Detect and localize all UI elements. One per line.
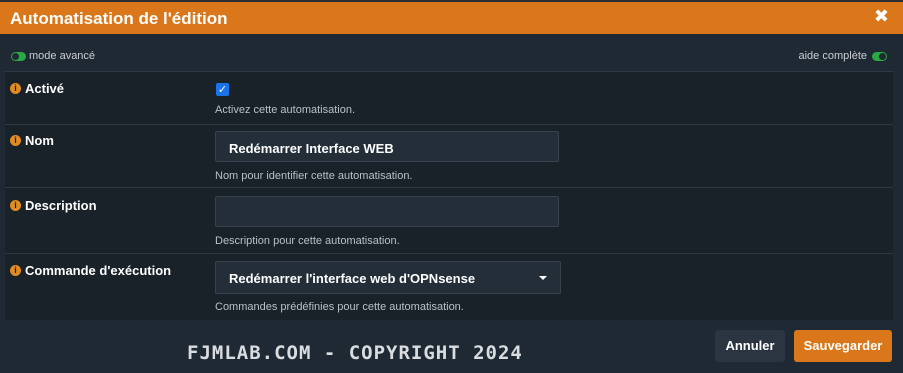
full-help-label: aide complète (798, 50, 868, 62)
name-input[interactable]: Redémarrer Interface WEB (215, 131, 559, 162)
edit-automation-dialog: Automatisation de l'édition ✖ mode avanc… (0, 2, 903, 373)
form-row-name: i Nom Redémarrer Interface WEB Nom pour … (5, 124, 893, 188)
command-selected-value: Redémarrer l'interface web d'OPNsense (229, 271, 476, 286)
mode-bar: mode avancé aide complète (5, 45, 893, 69)
full-help-toggle[interactable] (872, 52, 887, 61)
name-help-text: Nom pour identifier cette automatisation… (215, 170, 413, 182)
form-row-enabled: i Activé ✓ Activez cette automatisation. (5, 71, 893, 125)
info-icon[interactable]: i (10, 265, 21, 276)
dialog-title-bar: Automatisation de l'édition ✖ (0, 2, 903, 34)
form-row-command: i Commande d'exécution Redémarrer l'inte… (5, 253, 893, 321)
description-input[interactable] (215, 196, 559, 227)
cancel-button[interactable]: Annuler (715, 330, 785, 362)
info-icon[interactable]: i (10, 83, 21, 94)
enabled-label: Activé (25, 81, 65, 96)
copyright-watermark: FJMLAB.COM - COPYRIGHT 2024 (187, 342, 523, 364)
command-select[interactable]: Redémarrer l'interface web d'OPNsense (215, 261, 561, 294)
advanced-mode-toggle[interactable] (11, 52, 26, 61)
enabled-help-text: Activez cette automatisation. (215, 104, 356, 116)
name-label: Nom (25, 133, 54, 148)
description-label: Description (25, 198, 97, 213)
dialog-title: Automatisation de l'édition (10, 9, 228, 28)
caret-down-icon (539, 276, 547, 280)
command-help-text: Commandes prédéfinies pour cette automat… (215, 301, 464, 313)
close-icon[interactable]: ✖ (874, 6, 889, 27)
info-icon[interactable]: i (10, 200, 21, 211)
save-button[interactable]: Sauvegarder (794, 330, 892, 362)
advanced-mode-label: mode avancé (29, 50, 96, 62)
description-help-text: Description pour cette automatisation. (215, 235, 400, 247)
toggle-knob (12, 53, 19, 60)
form-row-description: i Description Description pour cette aut… (5, 187, 893, 254)
info-icon[interactable]: i (10, 135, 21, 146)
form-panel: i Activé ✓ Activez cette automatisation.… (5, 71, 893, 320)
command-label: Commande d'exécution (25, 263, 172, 278)
toggle-knob (879, 53, 886, 60)
enabled-checkbox[interactable]: ✓ (216, 83, 229, 96)
